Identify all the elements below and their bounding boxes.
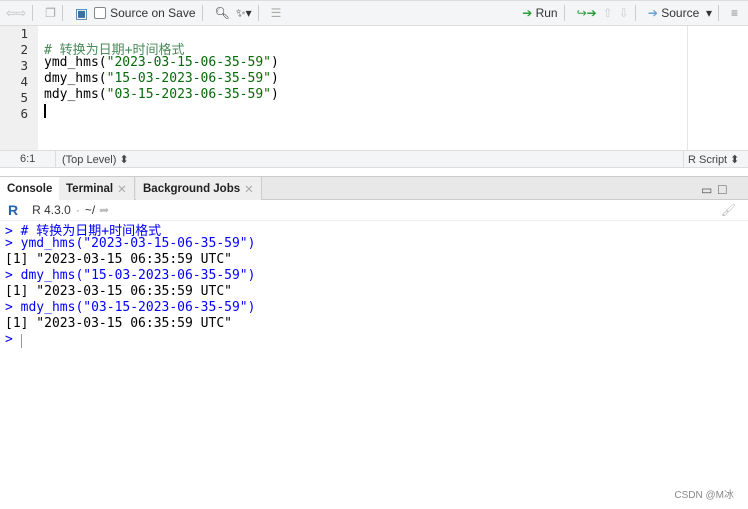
rerun-icon[interactable]: ↪➔ <box>577 6 597 20</box>
checkbox[interactable] <box>94 7 107 19</box>
paren: ) <box>271 55 279 70</box>
outline-icon[interactable]: ≡ <box>731 6 738 20</box>
console-line: > dmy_hms("15-03-2023-06-35-59") <box>5 268 256 283</box>
compile-report-icon[interactable]: ☰ <box>271 6 282 20</box>
margin-line <box>687 26 688 150</box>
console-line: [1] "2023-03-15 06:35:59 UTC" <box>5 284 232 299</box>
down-arrow-icon[interactable]: ⇩ <box>619 6 629 20</box>
source-icon: ➔ <box>647 6 658 20</box>
console-line: [1] "2023-03-15 06:35:59 UTC" <box>5 316 232 331</box>
run-button[interactable]: ➔ Run <box>522 6 557 20</box>
magic-wand-icon[interactable]: ✨︎▾ <box>236 6 252 21</box>
editor-toolbar: ⇦⇨ ❐ ▣ Source on Save 🔍︎ ✨︎▾ ☰ ➔ Run ↪➔ … <box>0 0 748 26</box>
string-literal: "15-03-2023-06-35-59" <box>106 71 271 86</box>
divider <box>683 151 684 168</box>
source-label: Source <box>661 6 700 20</box>
close-icon[interactable]: ✕ <box>117 182 127 196</box>
run-label: Run <box>535 6 558 20</box>
divider <box>32 5 34 21</box>
scope-label: (Top Level) <box>62 154 117 166</box>
console-line: > ymd_hms("2023-03-15-06-35-59") <box>5 236 256 251</box>
string-literal: "2023-03-15-06-35-59" <box>106 55 271 70</box>
divider <box>634 5 636 21</box>
code-line: ymd_hms("2023-03-15-06-35-59") <box>44 55 279 70</box>
r-version: R 4.3.0 <box>32 203 71 217</box>
search-icon[interactable]: 🔍︎ <box>215 6 230 20</box>
show-in-window-icon[interactable]: ❐ <box>45 6 56 20</box>
scope-selector[interactable]: (Top Level) ⬍ <box>62 153 129 166</box>
tab-label: Background Jobs <box>143 182 241 195</box>
tab-terminal[interactable]: Terminal ✕ <box>59 177 135 200</box>
maximize-icon[interactable]: □ <box>718 181 726 197</box>
code-line: mdy_hms("03-15-2023-06-35-59") <box>44 87 279 102</box>
r-logo-icon: R <box>8 202 19 218</box>
paren: ) <box>271 71 279 86</box>
close-icon[interactable]: ✕ <box>244 182 254 196</box>
tab-label: Console <box>7 182 53 195</box>
separator-dot: · <box>75 203 80 217</box>
source-button[interactable]: ➔ Source ▾ <box>648 6 712 20</box>
tab-label: Terminal <box>66 182 114 195</box>
working-directory[interactable]: ~/ <box>85 203 95 217</box>
line-number: 4 <box>20 74 28 89</box>
console-prompt[interactable]: > <box>5 332 21 347</box>
function-call: ymd_hms( <box>44 55 107 70</box>
go-to-directory-icon[interactable]: ➦ <box>99 203 109 217</box>
line-gutter: 1 2 3 4 5 6 <box>0 26 38 150</box>
paren: ) <box>271 87 279 102</box>
divider <box>61 5 63 21</box>
divider <box>717 5 719 21</box>
watermark: CSDN @M冰 <box>674 490 734 501</box>
console-header: R R 4.3.0 · ~/ ➦ 🖌︎ <box>0 200 748 221</box>
cursor-position: 6:1 <box>20 153 36 165</box>
tab-console[interactable]: Console <box>0 177 61 200</box>
line-number: 6 <box>20 106 28 121</box>
line-number: 1 <box>20 26 28 41</box>
console-line: > mdy_hms("03-15-2023-06-35-59") <box>5 300 256 315</box>
line-number: 5 <box>20 90 28 105</box>
console-line: [1] "2023-03-15 06:35:59 UTC" <box>5 252 232 267</box>
console-tabs: Console Terminal ✕ Background Jobs ✕ ▭ □ <box>0 176 748 200</box>
code-editor[interactable]: 1 2 3 4 5 6 # 转换为日期+时间格式 ymd_hms("2023-0… <box>0 26 748 150</box>
filetype-label: R Script <box>688 154 728 166</box>
line-number: 2 <box>20 42 28 57</box>
divider <box>201 5 203 21</box>
string-literal: "03-15-2023-06-35-59" <box>106 87 271 102</box>
back-forward-icon[interactable]: ⇦⇨ <box>6 6 26 20</box>
divider <box>563 5 565 21</box>
source-on-save-checkbox[interactable]: Source on Save <box>94 6 196 20</box>
divider <box>55 151 56 168</box>
editor-status-bar: 6:1 (Top Level) ⬍ R Script ⬍ <box>0 150 748 168</box>
divider <box>257 5 259 21</box>
filetype-selector[interactable]: R Script ⬍ <box>688 153 739 166</box>
source-on-save-label: Source on Save <box>110 6 196 20</box>
function-call: mdy_hms( <box>44 87 107 102</box>
up-arrow-icon[interactable]: ⇧ <box>603 6 613 20</box>
text-cursor <box>44 104 46 118</box>
line-number: 3 <box>20 58 28 73</box>
minimize-icon[interactable]: ▭ <box>701 183 712 197</box>
function-call: dmy_hms( <box>44 71 107 86</box>
code-line: dmy_hms("15-03-2023-06-35-59") <box>44 71 279 86</box>
save-icon[interactable]: ▣ <box>75 5 88 22</box>
clear-console-icon[interactable]: 🖌︎ <box>721 203 736 217</box>
tab-background-jobs[interactable]: Background Jobs ✕ <box>136 177 262 200</box>
console-cursor <box>21 334 22 348</box>
run-icon: ➔ <box>522 6 533 20</box>
